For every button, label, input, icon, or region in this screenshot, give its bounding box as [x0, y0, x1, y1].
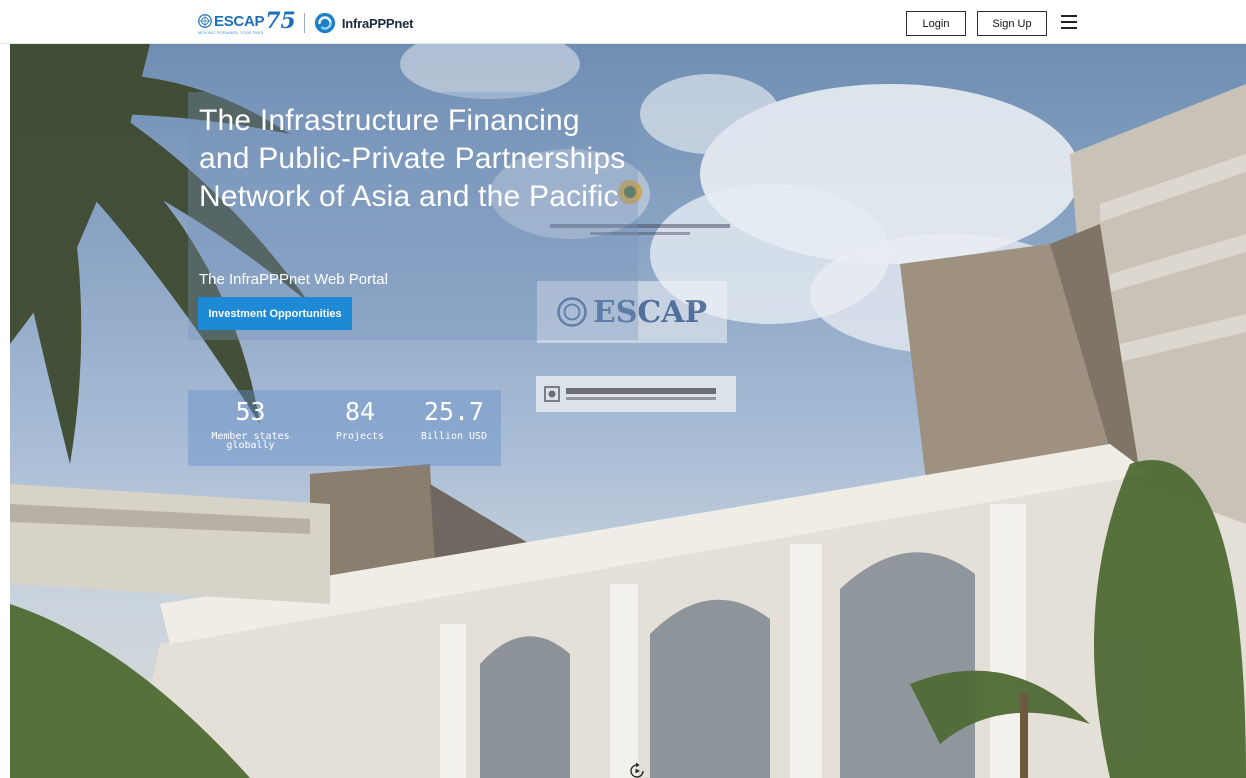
- investment-opportunities-button[interactable]: Investment Opportunities: [198, 297, 352, 330]
- site-header: ESCAP 75 MOVING FORWARD TOGETHER InfraPP…: [0, 0, 1246, 44]
- escap-wordmark: ESCAP: [214, 12, 265, 30]
- stats-panel: 53 Member states globally 84 Projects 25…: [188, 390, 501, 466]
- hero-section: ESCAP The Infrastructure Financing and P…: [10, 44, 1246, 778]
- brand-logos[interactable]: ESCAP 75 MOVING FORWARD TOGETHER InfraPP…: [198, 9, 413, 37]
- china-ppp-logo-subtitle: [566, 397, 716, 400]
- hero-subtitle: The InfraPPPnet Web Portal: [199, 271, 388, 288]
- replay-icon[interactable]: [627, 761, 647, 778]
- un-emblem-icon: [198, 14, 212, 28]
- stat-projects: 84 Projects: [320, 390, 400, 442]
- stat-label: Member states globally: [211, 431, 290, 451]
- hero-title: The Infrastructure Financing and Public-…: [199, 104, 626, 213]
- stat-member-states: 53 Member states globally: [203, 390, 298, 451]
- stat-value: 84: [344, 397, 376, 426]
- escap-75-mark: 75: [265, 8, 296, 34]
- stat-billion-usd: 25.7 Billion USD: [414, 390, 494, 442]
- login-button[interactable]: Login: [906, 11, 966, 36]
- escap-logo[interactable]: ESCAP 75 MOVING FORWARD TOGETHER: [198, 8, 296, 35]
- signup-button[interactable]: Sign Up: [977, 11, 1047, 36]
- china-ppp-emblem-icon: [544, 386, 560, 402]
- stat-value: 25.7: [423, 397, 485, 426]
- escap-tagline: MOVING FORWARD TOGETHER: [198, 30, 264, 35]
- china-ppp-center-logo: [536, 376, 736, 412]
- stat-label: Billion USD: [420, 431, 488, 442]
- stat-label: Projects: [335, 431, 385, 442]
- infrapppnet-wordmark: InfraPPPnet: [341, 15, 414, 31]
- brand-divider: [303, 13, 305, 33]
- stat-value: 53: [235, 397, 266, 426]
- china-ppp-logo-title: [566, 388, 716, 394]
- hamburger-menu-icon[interactable]: [1061, 13, 1077, 31]
- infrapppnet-logo-icon: [314, 12, 335, 34]
